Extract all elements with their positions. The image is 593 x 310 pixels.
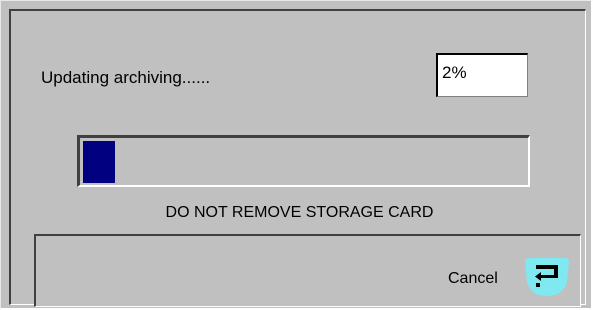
update-progress-dialog: Updating archiving...... 2% DO NOT REMOV…	[0, 0, 593, 310]
status-text: Updating archiving......	[41, 68, 211, 87]
cancel-button[interactable]: Cancel	[448, 270, 498, 288]
progress-bar-fill	[83, 141, 115, 183]
storage-card-warning: DO NOT REMOVE STORAGE CARD	[165, 204, 434, 221]
enter-key-icon[interactable]	[523, 256, 571, 298]
command-bar: Cancel	[34, 234, 581, 307]
enter-key-icon-graphic	[525, 258, 569, 296]
progress-bar	[77, 135, 530, 187]
percent-display: 2%	[436, 53, 528, 97]
dialog-inner-frame: Updating archiving...... 2% DO NOT REMOV…	[9, 9, 586, 307]
